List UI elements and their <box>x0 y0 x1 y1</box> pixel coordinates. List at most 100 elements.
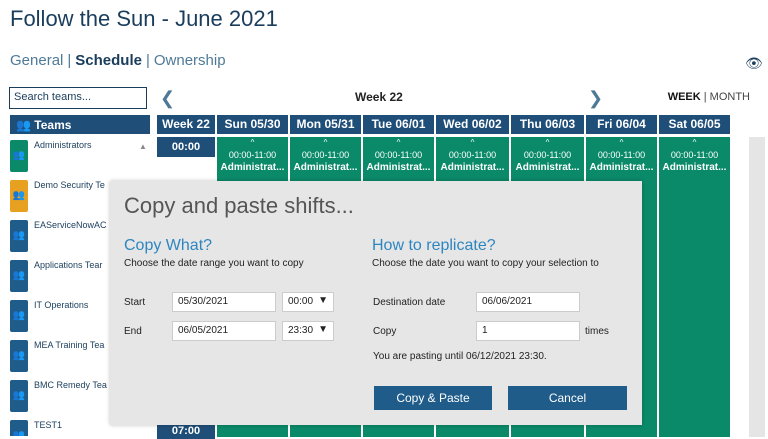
expand-up-icon[interactable]: ^ <box>586 137 657 149</box>
shift-block[interactable]: ^ 00:00-11:00 Administrat... <box>290 137 361 181</box>
expand-up-icon[interactable]: ^ <box>659 137 730 149</box>
times-label: times <box>585 326 609 337</box>
team-name: MEA Training Tea <box>34 340 105 350</box>
mode-month[interactable]: MONTH <box>710 91 750 103</box>
shift-block[interactable]: ^ 00:00-11:00 Administrat... <box>436 137 509 181</box>
shift-assignee: Administrat... <box>589 162 654 173</box>
copy-count-input[interactable]: 1 <box>476 321 580 341</box>
shift-time: 00:00-11:00 <box>301 150 350 160</box>
mode-week[interactable]: WEEK <box>668 91 701 103</box>
eye-icon[interactable]: 👁 <box>745 55 763 72</box>
end-time-value: 23:30 <box>288 325 314 336</box>
team-icon: 👥 <box>10 340 28 372</box>
expand-up-icon[interactable]: ^ <box>436 137 509 149</box>
mode-separator: | <box>703 91 707 103</box>
end-label: End <box>124 326 142 337</box>
calendar-header: Week 22 Sun 05/30 Mon 05/31 Tue 06/01 Wed 06… <box>157 115 732 134</box>
day-column-header: Sat 06/05 <box>659 115 730 134</box>
shift-block[interactable]: ^ 00:00-11:00 Administrat... <box>511 137 584 181</box>
teams-header-label: Teams <box>34 118 72 132</box>
copy-label: Copy <box>373 326 397 337</box>
scroll-up-icon[interactable]: ▲ <box>139 142 147 151</box>
time-column: 00:00 <box>157 137 215 157</box>
team-name: Demo Security Te <box>34 180 105 190</box>
team-icon: 👥 <box>10 420 28 436</box>
team-icon: 👥 <box>10 220 28 252</box>
day-column-header: Mon 05/31 <box>290 115 361 134</box>
teams-header: 👥 Teams <box>10 115 150 134</box>
day-column-header: Fri 06/04 <box>586 115 657 134</box>
tab-general[interactable]: General <box>10 52 63 69</box>
tab-ownership[interactable]: Ownership <box>154 52 226 69</box>
tab-schedule[interactable]: Schedule <box>75 52 142 69</box>
shift-assignee: Administrat... <box>662 162 727 173</box>
dialog-title: Copy and paste shifts... <box>124 193 354 218</box>
shift-time: 00:00-11:00 <box>448 150 497 160</box>
team-name: IT Operations <box>34 300 89 310</box>
shift-time: 00:00-11:00 <box>670 150 719 160</box>
shift-assignee: Administrat... <box>366 162 431 173</box>
replicate-section: How to replicate? Choose the date you wa… <box>372 237 599 269</box>
team-item[interactable]: 👥 Administrators <box>10 136 150 176</box>
team-name: Applications Tear <box>34 260 103 270</box>
copy-what-desc: Choose the date range you want to copy <box>124 258 304 269</box>
shift-block[interactable]: ^ 00:00-11:00 Administrat... <box>217 137 288 181</box>
sub-navigation: General | Schedule | Ownership <box>10 52 226 69</box>
team-icon: 👥 <box>10 300 28 332</box>
shift-time: 00:00-11:00 <box>374 150 423 160</box>
week-label: Week 22 <box>355 90 403 104</box>
start-date-input[interactable]: 05/30/2021 <box>172 292 276 312</box>
team-name: Administrators <box>34 140 92 150</box>
team-icon: 👥 <box>10 380 28 412</box>
team-icon: 👥 <box>10 180 28 212</box>
team-name: BMC Remedy Tea <box>34 380 107 390</box>
start-time-select[interactable]: 00:00 ▼ <box>282 292 334 312</box>
shift-assignee: Administrat... <box>220 162 285 173</box>
prev-week-icon[interactable]: ❮ <box>160 88 175 109</box>
week-column-header: Week 22 <box>157 115 215 134</box>
day-column-header: Wed 06/02 <box>436 115 509 134</box>
shift-block[interactable]: ^ 00:00-11:00 Administrat... <box>363 137 434 181</box>
search-input[interactable]: Search teams... <box>9 87 147 109</box>
destination-date-input[interactable]: 06/06/2021 <box>476 292 580 312</box>
cancel-button[interactable]: Cancel <box>508 386 627 410</box>
time-slot[interactable]: 00:00 <box>157 137 215 157</box>
team-name: TEST1 <box>34 420 63 430</box>
shift-assignee: Administrat... <box>293 162 358 173</box>
week-navigation: ❮ Week 22 ❯ WEEK | MONTH <box>160 88 768 108</box>
replicate-desc: Choose the date you want to copy your se… <box>372 258 599 269</box>
shift-time: 00:00-11:00 <box>228 150 277 160</box>
day-column-header: Thu 06/03 <box>511 115 584 134</box>
shift-block[interactable]: ^ 00:00-11:00 Administrat... <box>586 137 657 181</box>
shift-time: 00:00-11:00 <box>523 150 572 160</box>
destination-label: Destination date <box>373 297 446 308</box>
shift-time: 00:00-11:00 <box>597 150 646 160</box>
expand-up-icon[interactable]: ^ <box>217 137 288 149</box>
start-label: Start <box>124 297 146 308</box>
shift-assignee: Administrat... <box>440 162 505 173</box>
team-name: EAServiceNowAC <box>34 220 107 230</box>
team-icon: 👥 <box>10 260 28 292</box>
day-column[interactable]: ^ 00:00-11:00 Administrat... <box>659 137 730 437</box>
next-week-icon[interactable]: ❯ <box>588 88 603 109</box>
team-icon: 👥 <box>10 140 28 172</box>
pasting-until-note: You are pasting until 06/12/2021 23:30. <box>373 351 547 362</box>
expand-up-icon[interactable]: ^ <box>363 137 434 149</box>
copy-paste-button[interactable]: Copy & Paste <box>374 386 492 410</box>
expand-up-icon[interactable]: ^ <box>290 137 361 149</box>
expand-up-icon[interactable]: ^ <box>511 137 584 149</box>
copy-what-heading: Copy What? <box>124 237 213 254</box>
separator: | <box>67 52 72 69</box>
day-column-header: Tue 06/01 <box>363 115 434 134</box>
start-time-value: 00:00 <box>288 296 314 307</box>
end-date-input[interactable]: 06/05/2021 <box>172 321 276 341</box>
shift-assignee: Administrat... <box>515 162 580 173</box>
view-mode: WEEK | MONTH <box>668 91 750 103</box>
calendar-scrollbar[interactable] <box>749 137 765 437</box>
day-column-header: Sun 05/30 <box>217 115 288 134</box>
time-slot[interactable]: 07:00 <box>157 425 215 439</box>
shift-block[interactable]: ^ 00:00-11:00 Administrat... <box>659 137 730 181</box>
people-icon: 👥 <box>16 118 31 132</box>
copy-what-section: Copy What? Choose the date range you wan… <box>124 237 304 269</box>
end-time-select[interactable]: 23:30 ▼ <box>282 321 334 341</box>
